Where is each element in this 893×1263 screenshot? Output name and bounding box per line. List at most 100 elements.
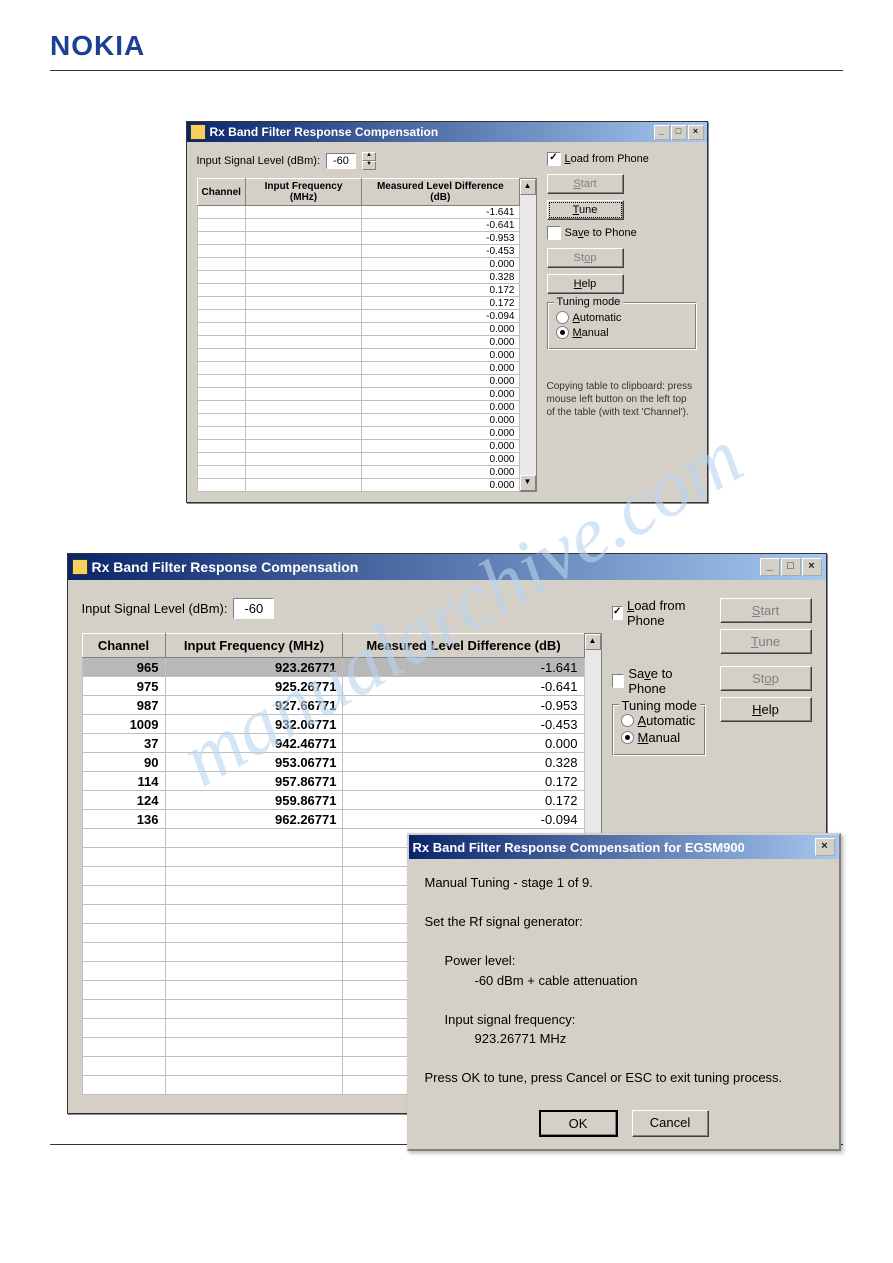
dlg-freq-label: Input signal frequency: [445, 1010, 823, 1030]
dlg-freq-value: 923.26771 MHz [445, 1029, 823, 1049]
dlg-press-ok: Press OK to tune, press Cancel or ESC to… [425, 1068, 823, 1088]
dlg-stage: Manual Tuning - stage 1 of 9. [425, 873, 823, 893]
divider [50, 70, 843, 71]
spin-up[interactable]: ▲ [362, 152, 376, 161]
save-label: Save to Phone [565, 227, 637, 239]
tuning-mode-group: Tuning mode Automatic Manual [612, 704, 706, 756]
table-row[interactable]: 0.000 [197, 466, 519, 479]
table-row[interactable]: 37942.467710.000 [82, 734, 584, 753]
scroll-up-icon[interactable]: ▲ [520, 179, 536, 195]
titlebar-2: Rx Band Filter Response Compensation _ □… [68, 554, 826, 580]
col-frequency[interactable]: Input Frequency (MHz) [165, 634, 343, 658]
signal-level-label: Input Signal Level (dBm): [82, 601, 228, 616]
table-row[interactable]: 114957.867710.172 [82, 772, 584, 791]
app-icon [72, 559, 88, 575]
table-row[interactable]: 0.000 [197, 336, 519, 349]
radio-manual-label: Manual [638, 730, 681, 745]
table-row[interactable]: 90953.067710.328 [82, 753, 584, 772]
table-row[interactable]: 136962.26771-0.094 [82, 810, 584, 829]
radio-auto-label: Automatic [638, 713, 696, 728]
window-title: Rx Band Filter Response Compensation [210, 125, 439, 139]
help-button[interactable]: Help [720, 697, 812, 722]
save-checkbox[interactable] [612, 674, 625, 688]
table-row[interactable]: -0.453 [197, 245, 519, 258]
load-checkbox[interactable]: ✓ [547, 152, 561, 166]
help-button[interactable]: Help [547, 274, 624, 294]
radio-automatic[interactable] [556, 311, 569, 324]
table-row[interactable]: 0.000 [197, 479, 519, 492]
tuning-mode-group: Tuning mode Automatic Manual [547, 302, 697, 350]
table-row[interactable]: 0.000 [197, 349, 519, 362]
table-row[interactable]: 0.000 [197, 401, 519, 414]
radio-manual[interactable] [556, 326, 569, 339]
minimize-button[interactable]: _ [760, 558, 780, 576]
save-label: Save to Phone [628, 666, 705, 696]
col-difference[interactable]: Measured Level Difference (dB) [343, 634, 584, 658]
table-row[interactable]: 0.000 [197, 388, 519, 401]
signal-level-input[interactable]: -60 [326, 153, 356, 169]
col-difference[interactable]: Measured Level Difference (dB) [362, 179, 519, 206]
table-row[interactable]: 0.000 [197, 362, 519, 375]
spin-down[interactable]: ▼ [362, 161, 376, 170]
table-row[interactable]: 1009932.06771-0.453 [82, 715, 584, 734]
close-button[interactable]: × [802, 558, 822, 576]
table-row[interactable]: -0.953 [197, 232, 519, 245]
radio-manual-label: Manual [573, 327, 609, 339]
table-row[interactable]: 987927.66771-0.953 [82, 696, 584, 715]
scroll-up-icon[interactable]: ▲ [585, 634, 601, 650]
maximize-button[interactable]: □ [671, 125, 687, 140]
scrollbar[interactable]: ▲ ▼ [520, 178, 537, 492]
col-frequency[interactable]: Input Frequency (MHz) [245, 179, 361, 206]
table-row[interactable]: 124959.867710.172 [82, 791, 584, 810]
group-title: Tuning mode [619, 698, 700, 713]
ok-button[interactable]: OK [539, 1110, 618, 1137]
dialog-close-button[interactable]: × [815, 838, 835, 856]
dlg-power-value: -60 dBm + cable attenuation [445, 971, 823, 991]
load-label: Load from Phone [627, 598, 706, 628]
start-button[interactable]: Start [547, 174, 624, 194]
load-checkbox[interactable]: ✓ [612, 606, 623, 620]
clipboard-hint: Copying table to clipboard: press mouse … [547, 380, 697, 419]
minimize-button[interactable]: _ [654, 125, 670, 140]
scroll-down-icon[interactable]: ▼ [520, 475, 536, 491]
save-checkbox[interactable] [547, 226, 561, 240]
table-row[interactable]: 975925.26771-0.641 [82, 677, 584, 696]
tune-button[interactable]: Tune [547, 200, 624, 220]
start-button[interactable]: Start [720, 598, 812, 623]
table-row[interactable]: 0.000 [197, 258, 519, 271]
group-title: Tuning mode [554, 296, 624, 308]
table-row[interactable]: 0.000 [197, 427, 519, 440]
table-row[interactable]: -0.641 [197, 219, 519, 232]
window-1: Rx Band Filter Response Compensation _ □… [186, 121, 708, 503]
table-row[interactable]: 0.000 [197, 414, 519, 427]
titlebar-1: Rx Band Filter Response Compensation _ □… [187, 122, 707, 142]
signal-level-input[interactable]: -60 [233, 598, 274, 619]
radio-automatic[interactable] [621, 714, 634, 727]
table-row[interactable]: 965923.26771-1.641 [82, 658, 584, 677]
tune-button[interactable]: Tune [720, 629, 812, 654]
table-row[interactable]: 0.000 [197, 323, 519, 336]
stop-button[interactable]: Stop [720, 666, 812, 691]
dlg-power-label: Power level: [445, 951, 823, 971]
table-row[interactable]: -1.641 [197, 206, 519, 219]
table-row[interactable]: 0.000 [197, 453, 519, 466]
dialog-title: Rx Band Filter Response Compensation for… [413, 840, 745, 855]
col-channel[interactable]: Channel [197, 179, 245, 206]
table-row[interactable]: 0.172 [197, 297, 519, 310]
data-table-1[interactable]: Channel Input Frequency (MHz) Measured L… [197, 178, 520, 492]
app-icon [190, 124, 206, 140]
col-channel[interactable]: Channel [82, 634, 165, 658]
nokia-logo: NOKIA [50, 30, 843, 62]
stop-button[interactable]: Stop [547, 248, 624, 268]
radio-auto-label: Automatic [573, 312, 622, 324]
table-row[interactable]: 0.328 [197, 271, 519, 284]
table-row[interactable]: 0.000 [197, 440, 519, 453]
table-row[interactable]: 0.172 [197, 284, 519, 297]
cancel-button[interactable]: Cancel [632, 1110, 709, 1137]
table-row[interactable]: 0.000 [197, 375, 519, 388]
table-row[interactable]: -0.094 [197, 310, 519, 323]
maximize-button[interactable]: □ [781, 558, 801, 576]
radio-manual[interactable] [621, 731, 634, 744]
load-label: Load from Phone [565, 153, 649, 165]
close-button[interactable]: × [688, 125, 704, 140]
